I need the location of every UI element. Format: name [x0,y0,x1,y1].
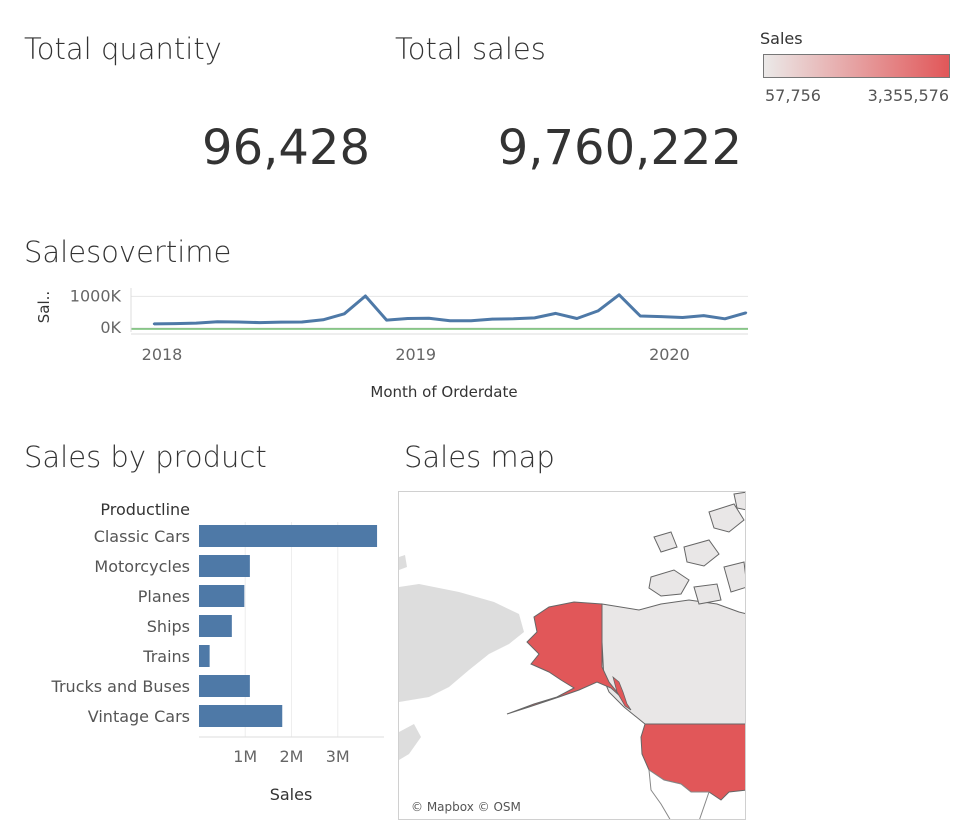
line-y-tick-label: 1000K [70,286,122,305]
sales-by-product-chart[interactable]: Productline 1M 2M 3M Classic Cars Motorcycle… [24,492,394,812]
line-x-tick-label: 2018 [142,345,183,364]
bar-trains[interactable] [199,645,210,667]
line-data-point[interactable] [258,321,261,324]
line-data-point[interactable] [173,322,177,325]
line-data-point[interactable] [279,320,283,324]
bar-x-tick-label: 3M [326,747,350,766]
productline-header: Productline [100,500,190,519]
bar-x-tick-label: 2M [280,747,304,766]
total-quantity-title: Total quantity [24,32,222,66]
sales-over-time-chart[interactable]: 1000K 0K 2018 2019 2020 Month of Orderdate S… [24,282,764,412]
arctic-island[interactable] [723,561,746,593]
line-data-point[interactable] [237,320,240,324]
line-data-point[interactable] [195,321,198,325]
arctic-island[interactable] [648,569,690,597]
line-data-point[interactable] [744,311,748,314]
line-data-point[interactable] [216,320,219,323]
bar-trucks-and-buses[interactable] [199,675,250,697]
line-x-axis-title: Month of Orderdate [370,383,517,401]
line-data-point[interactable] [427,316,431,320]
bar-vintage-cars[interactable] [199,705,283,727]
line-data-point[interactable] [723,317,727,321]
total-sales-title: Total sales [395,32,546,66]
japan-landmass [399,724,421,760]
bar-category-label: Trains [142,647,190,666]
bar-x-axis-title: Sales [270,785,313,804]
legend-color-ramp[interactable] [763,54,950,78]
bar-category-label: Ships [147,617,190,636]
line-data-point[interactable] [491,317,494,321]
line-data-point[interactable] [639,314,642,318]
arctic-island[interactable] [653,531,678,553]
legend-max-label: 3,355,576 [867,86,949,105]
map-attribution[interactable]: © Mapbox © OSM [407,799,525,815]
line-chart-title: Salesovertime [24,235,232,269]
line-data-point[interactable] [533,316,536,320]
line-x-tick-label: 2020 [649,345,690,364]
bar-category-label: Vintage Cars [88,707,190,726]
line-data-point[interactable] [152,322,156,326]
line-data-point[interactable] [512,317,515,321]
line-data-point[interactable] [575,317,579,320]
island-shape [399,555,407,570]
line-y-tick-label: 0K [100,318,121,337]
arctic-island[interactable] [683,539,720,567]
arctic-island[interactable] [693,583,722,605]
bar-category-label: Planes [138,587,190,606]
line-data-point[interactable] [343,312,346,315]
bar-chart-title: Sales by product [24,440,267,474]
line-data-point[interactable] [300,320,304,324]
bar-planes[interactable] [199,585,245,607]
bar-category-label: Motorcycles [94,557,190,576]
canada-region[interactable] [601,599,746,725]
line-data-point[interactable] [681,316,684,319]
bar-category-label: Classic Cars [94,527,190,546]
line-data-point[interactable] [364,294,367,298]
bar-category-label: Trucks and Buses [51,677,190,696]
bar-classic-cars[interactable] [199,525,378,547]
legend-title: Sales [760,29,803,48]
bar-ships[interactable] [199,615,232,637]
line-data-point[interactable] [702,314,705,317]
bar-motorcycles[interactable] [199,555,250,577]
line-x-tick-label: 2019 [395,345,436,364]
line-y-axis-title: Sal.. [35,291,53,323]
line-data-point[interactable] [385,318,388,322]
bar-x-tick-label: 1M [233,747,257,766]
total-quantity-value: 96,428 [202,120,370,176]
line-data-point[interactable] [448,319,452,322]
line-data-point[interactable] [596,309,600,313]
map-title: Sales map [404,440,555,474]
line-data-point[interactable] [660,315,663,318]
total-sales-value: 9,760,222 [497,120,742,176]
line-data-point[interactable] [406,317,409,320]
line-data-point[interactable] [617,293,621,296]
sales-map[interactable]: © Mapbox © OSM [398,491,746,820]
line-data-point[interactable] [554,312,557,315]
asia-landmass [399,584,524,702]
line-data-point[interactable] [321,318,325,321]
line-data-point[interactable] [469,319,473,322]
